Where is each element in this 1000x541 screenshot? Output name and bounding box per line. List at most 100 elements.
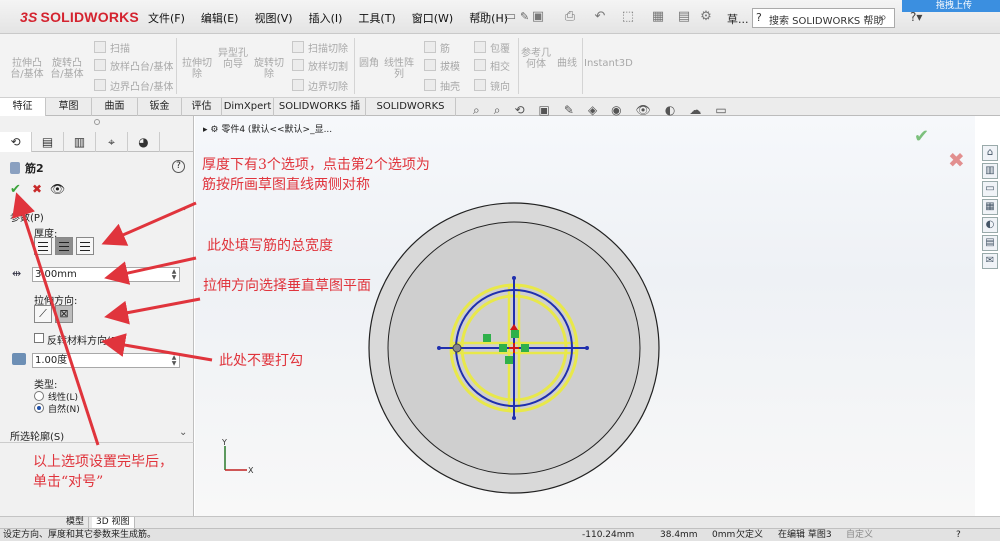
revolve-cut-button[interactable]: 旋转切除 (252, 58, 286, 80)
type-natural-label: 自然(N) (48, 405, 80, 415)
property-manager-tab-icon[interactable]: ▤ (32, 132, 64, 152)
wrap-button[interactable]: 包覆 (474, 40, 510, 55)
view-palette-icon[interactable]: ▦ (982, 199, 998, 215)
draft-icon[interactable] (12, 353, 26, 365)
menu-edit[interactable]: 编辑(E) (193, 10, 247, 26)
solidworks-resources-icon[interactable]: ⌂ (982, 145, 998, 161)
search-icon[interactable]: ⌕ (880, 10, 887, 25)
draft-button[interactable]: 拔模 (424, 58, 460, 73)
chevron-up-icon[interactable]: ⌃ (179, 207, 187, 218)
boundary-boss-button[interactable]: 边界凸台/基体 (94, 78, 173, 93)
tab-solidworks-mbd[interactable]: SOLIDWORKS MBD (366, 98, 456, 129)
open-folder-icon[interactable]: ▭ (502, 9, 518, 25)
file-explorer-icon[interactable]: ▭ (982, 181, 998, 197)
curves-button[interactable]: 曲线 (554, 58, 580, 69)
sketch-endpoint (437, 346, 441, 350)
sweep-button[interactable]: 扫描 (94, 40, 130, 55)
hole-wizard-button[interactable]: 异型孔向导 (216, 48, 250, 70)
annotation-click-ok: 以上选项设置完毕后， 单击“对号” (33, 454, 173, 490)
revolve-boss-button[interactable]: 旋转凸台/基体 (48, 58, 86, 80)
tab-dimxpert[interactable]: DimXpert (222, 98, 274, 116)
menu-file[interactable]: 文件(F) (140, 10, 193, 26)
tab-surfaces[interactable]: 曲面 (92, 98, 138, 116)
model-view-tabs: 模型 3D 视图 (0, 516, 1000, 529)
tab-sheet-metal[interactable]: 钣金 (138, 98, 182, 116)
appearances-icon[interactable]: ◐ (982, 217, 998, 233)
options-gear-icon[interactable]: ⚙ (698, 9, 714, 25)
status-bar: 设定方向、厚度和其它参数来生成筋。 -110.24mm 38.4mm 0mm 欠… (0, 528, 1000, 541)
save-icon[interactable]: ▣ (530, 9, 546, 25)
rib-thickness-input[interactable]: 3.00mm ▲ ▼ (32, 267, 180, 282)
search-input[interactable]: ? 搜索 SOLIDWORKS 帮助 (752, 8, 895, 28)
tab-evaluate[interactable]: 评估 (182, 98, 222, 116)
draft-angle-input[interactable]: 1.00度 ▲ ▼ (32, 353, 180, 368)
parallel-to-sketch-button[interactable]: ⟋ (34, 305, 52, 323)
spin-down-icon[interactable]: ▼ (169, 361, 179, 367)
flip-material-checkbox[interactable] (34, 333, 44, 343)
spin-down-icon[interactable]: ▼ (169, 275, 179, 281)
status-help-icon[interactable]: ? (956, 529, 961, 541)
loft-button[interactable]: 放样凸台/基体 (94, 58, 173, 73)
help-icon[interactable]: ? (172, 160, 185, 173)
menu-insert[interactable]: 插入(I) (301, 10, 351, 26)
relation-glyph (511, 330, 519, 338)
custom-properties-icon[interactable]: ▤ (982, 235, 998, 251)
thickness-both-sides-button[interactable] (55, 237, 73, 255)
annotation-no-check: 此处不要打勾 (219, 353, 303, 369)
fillet-button[interactable]: 圆角 (356, 58, 382, 69)
design-library-icon[interactable]: ▥ (982, 163, 998, 179)
normal-to-sketch-button[interactable]: ⊠ (55, 305, 73, 323)
file-properties-icon[interactable]: ▤ (676, 9, 692, 25)
tab-sketch[interactable]: 草图 (46, 98, 92, 116)
ok-check-icon[interactable]: ✔ (10, 182, 21, 197)
upload-button[interactable]: 拖拽上传 (902, 0, 1000, 12)
chevron-down-icon[interactable]: ⌄ (179, 427, 187, 438)
configuration-manager-tab-icon[interactable]: ▥ (64, 132, 96, 152)
selected-profiles-section-header[interactable]: 所选轮廓(S) (10, 428, 64, 443)
help-dropdown-icon[interactable]: ?▾ (910, 10, 922, 24)
new-document-icon[interactable]: ▢ (474, 9, 490, 25)
tab-features[interactable]: 特征 (0, 98, 46, 116)
divider (518, 38, 519, 94)
reference-geometry-button[interactable]: 参考几何体 (520, 48, 552, 70)
menu-tools[interactable]: 工具(T) (350, 10, 403, 26)
type-natural-radio[interactable] (34, 403, 44, 413)
instant3d-button[interactable]: Instant3D (584, 58, 633, 69)
thickness-first-side-button[interactable] (34, 237, 52, 255)
linear-pattern-button[interactable]: 线性阵列 (384, 58, 414, 80)
rib-button[interactable]: 筋 (424, 40, 450, 55)
search-help-icon: ? (756, 11, 762, 24)
relation-glyph (505, 356, 513, 364)
type-linear-radio[interactable] (34, 391, 44, 401)
swept-cut-button[interactable]: 扫描切除 (292, 40, 348, 55)
lofted-cut-button[interactable]: 放样切割 (292, 58, 348, 73)
extrude-cut-button[interactable]: 拉伸切除 (180, 58, 214, 80)
rebuild-icon[interactable]: ▦ (650, 9, 666, 25)
menu-view[interactable]: 视图(V) (246, 10, 300, 26)
panel-splitter-handle[interactable] (94, 119, 100, 125)
thickness-second-side-button[interactable] (76, 237, 94, 255)
menu-overflow[interactable]: 草... (727, 11, 749, 27)
solidworks-logo[interactable]: 3S SOLIDWORKS (20, 9, 139, 25)
feature-manager-tab-icon[interactable]: ⟲ (0, 132, 32, 152)
extrude-boss-button[interactable]: 拉伸凸台/基体 (8, 58, 46, 80)
status-units[interactable]: 自定义 (846, 529, 873, 541)
sketch-endpoint (585, 346, 589, 350)
dimxpert-manager-tab-icon[interactable]: ⌖ (96, 132, 128, 152)
undo-icon[interactable]: ↶ (592, 9, 608, 25)
forum-icon[interactable]: ✉ (982, 253, 998, 269)
status-editing: 在编辑 草图3 (778, 530, 832, 540)
shell-button[interactable]: 抽壳 (424, 78, 460, 93)
intersect-button[interactable]: 相交 (474, 58, 510, 73)
tab-solidworks-addins[interactable]: SOLIDWORKS 插件 (274, 98, 366, 129)
cancel-x-icon[interactable]: ✖ (32, 182, 42, 196)
select-icon[interactable]: ⬚ (620, 9, 636, 25)
status-message: 设定方向、厚度和其它参数来生成筋。 (3, 530, 157, 540)
boundary-cut-button[interactable]: 边界切除 (292, 78, 348, 93)
preview-eye-icon[interactable]: 👁 (50, 182, 65, 196)
menu-window[interactable]: 窗口(W) (404, 10, 461, 26)
display-manager-tab-icon[interactable]: ◕ (128, 132, 160, 152)
parameters-section-header[interactable]: 参数(P) (10, 209, 44, 224)
mirror-button[interactable]: 镜向 (474, 78, 510, 93)
print-icon[interactable]: ⎙ (562, 9, 578, 25)
